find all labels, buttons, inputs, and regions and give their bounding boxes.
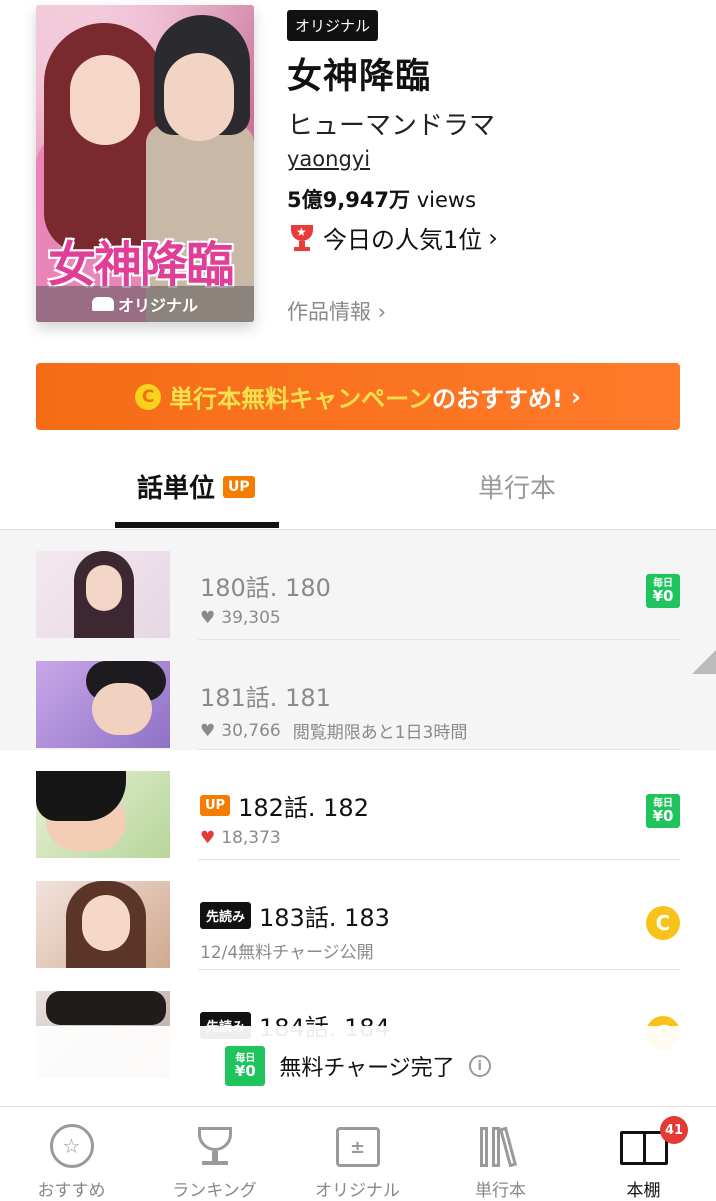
episode-title: UP 182話. 182 xyxy=(200,788,369,823)
episode-tabs: 話単位 UP 単行本 xyxy=(0,430,716,530)
chevron-right-icon: › xyxy=(488,223,498,252)
scroll-corner-icon xyxy=(692,650,716,674)
info-icon[interactable]: i xyxy=(468,1055,491,1077)
author-link[interactable]: yaongyi xyxy=(287,147,370,171)
nav-item-volumes[interactable]: 単行本 xyxy=(429,1107,572,1201)
heart-icon: ♥ xyxy=(200,608,216,628)
views-unit: views xyxy=(416,188,477,212)
tab-episodes-label: 話単位 xyxy=(137,474,216,504)
books-icon xyxy=(479,1126,522,1168)
free-charge-date: 12/4無料チャージ公開 xyxy=(200,943,374,963)
episode-meta: ♥ 39,305 xyxy=(200,608,281,628)
episode-row[interactable]: 181話. 181 ♥ 30,766 閲覧期限あと1日3時間 xyxy=(0,640,716,750)
active-tab-indicator xyxy=(115,522,279,528)
episode-meta: ♥ 18,373 xyxy=(200,828,281,848)
nav-label: オリジナル xyxy=(315,1181,400,1201)
daily-free-badge-icon: 毎日 ¥0 xyxy=(646,574,680,608)
work-info-link[interactable]: 作品情報 › xyxy=(287,296,386,326)
likes-count: 18,373 xyxy=(221,828,281,848)
nav-label: ランキング xyxy=(172,1181,257,1201)
free-charge-toast: 毎日 ¥0 無料チャージ完了 i xyxy=(0,1026,716,1106)
nav-label: 単行本 xyxy=(475,1181,526,1201)
cover-title: 女神降臨 xyxy=(48,237,234,293)
series-title: 女神降臨 xyxy=(287,57,432,97)
episode-title: 180話. 180 xyxy=(200,574,331,602)
heart-icon: ♥ xyxy=(200,828,216,848)
episode-thumbnail xyxy=(36,551,170,638)
calendar-icon: ± xyxy=(335,1127,380,1167)
bookshelf-count-badge: 41 xyxy=(660,1116,688,1144)
views-number: 5億9,947万 xyxy=(287,188,411,212)
coin-icon: C xyxy=(646,906,680,940)
star-bubble-icon: ☆ xyxy=(49,1124,94,1168)
nav-label: 本棚 xyxy=(626,1181,661,1201)
likes-count: 39,305 xyxy=(221,608,281,628)
episode-title: 先読み 183話. 183 xyxy=(200,898,390,933)
episode-row[interactable]: UP 182話. 182 ♥ 18,373 毎日 ¥0 xyxy=(0,750,716,860)
view-deadline: 閲覧期限あと1日3時間 xyxy=(292,723,468,743)
campaign-highlight-text: 単行本無料キャンペーン xyxy=(169,385,432,413)
heart-icon: ♥ xyxy=(200,720,216,741)
ranking-link[interactable]: ★ 今日の人気1位 › xyxy=(287,220,498,255)
ranking-text: 今日の人気1位 xyxy=(323,226,483,254)
trophy-icon xyxy=(190,1121,240,1168)
nav-item-original[interactable]: ± オリジナル xyxy=(286,1107,429,1201)
episode-row[interactable]: 先読み 183話. 183 12/4無料チャージ公開 C xyxy=(0,860,716,970)
episode-meta: ♥ 30,766 閲覧期限あと1日3時間 xyxy=(200,718,468,744)
nav-label: おすすめ xyxy=(37,1181,106,1201)
daily-free-badge-icon: 毎日 ¥0 xyxy=(646,794,680,828)
tab-volumes[interactable]: 単行本 xyxy=(478,468,556,505)
episode-meta: 12/4無料チャージ公開 xyxy=(200,938,374,963)
cover-art-face xyxy=(70,55,140,145)
original-logo-icon xyxy=(91,297,114,311)
cover-band: オリジナル xyxy=(36,286,254,322)
nav-item-recommend[interactable]: ☆ おすすめ xyxy=(0,1107,143,1201)
campaign-banner[interactable]: C 単行本無料キャンペーンのおすすめ! › xyxy=(36,363,680,430)
open-book-icon xyxy=(619,1131,668,1165)
up-badge: UP xyxy=(223,475,255,498)
views-count: 5億9,947万 views xyxy=(287,184,476,214)
coin-icon: C xyxy=(135,383,162,410)
episode-thumbnail xyxy=(36,881,170,968)
genre-label: ヒューマンドラマ xyxy=(287,111,496,141)
trophy-icon: ★ xyxy=(287,223,317,253)
nav-item-bookshelf[interactable]: 本棚 xyxy=(572,1107,715,1201)
nav-item-ranking[interactable]: ランキング xyxy=(143,1107,286,1201)
episode-thumbnail xyxy=(36,771,170,858)
campaign-text: のおすすめ! xyxy=(431,385,563,413)
episode-list: 180話. 180 ♥ 39,305 毎日 ¥0 181話. 181 ♥ 30,7… xyxy=(0,530,716,1080)
episode-row[interactable]: 180話. 180 ♥ 39,305 毎日 ¥0 xyxy=(0,530,716,640)
series-cover[interactable]: 女神降臨 オリジナル xyxy=(36,5,254,322)
episode-thumbnail xyxy=(36,661,170,748)
episode-title: 181話. 181 xyxy=(200,684,331,712)
bottom-navigation: ☆ おすすめ ランキング ± オリジナル 単行本 本棚 xyxy=(0,1106,716,1201)
tab-episodes[interactable]: 話単位 UP xyxy=(137,468,255,505)
cover-art-face-2 xyxy=(164,53,234,141)
preview-badge: 先読み xyxy=(200,902,252,929)
cover-band-label: オリジナル xyxy=(117,296,198,315)
up-badge: UP xyxy=(200,795,231,816)
original-badge: オリジナル xyxy=(287,10,379,41)
toast-text: 無料チャージ完了 xyxy=(279,1056,455,1081)
daily-free-badge-icon: 毎日 ¥0 xyxy=(225,1046,266,1086)
likes-count: 30,766 xyxy=(221,720,281,741)
chevron-right-icon: › xyxy=(570,382,581,411)
